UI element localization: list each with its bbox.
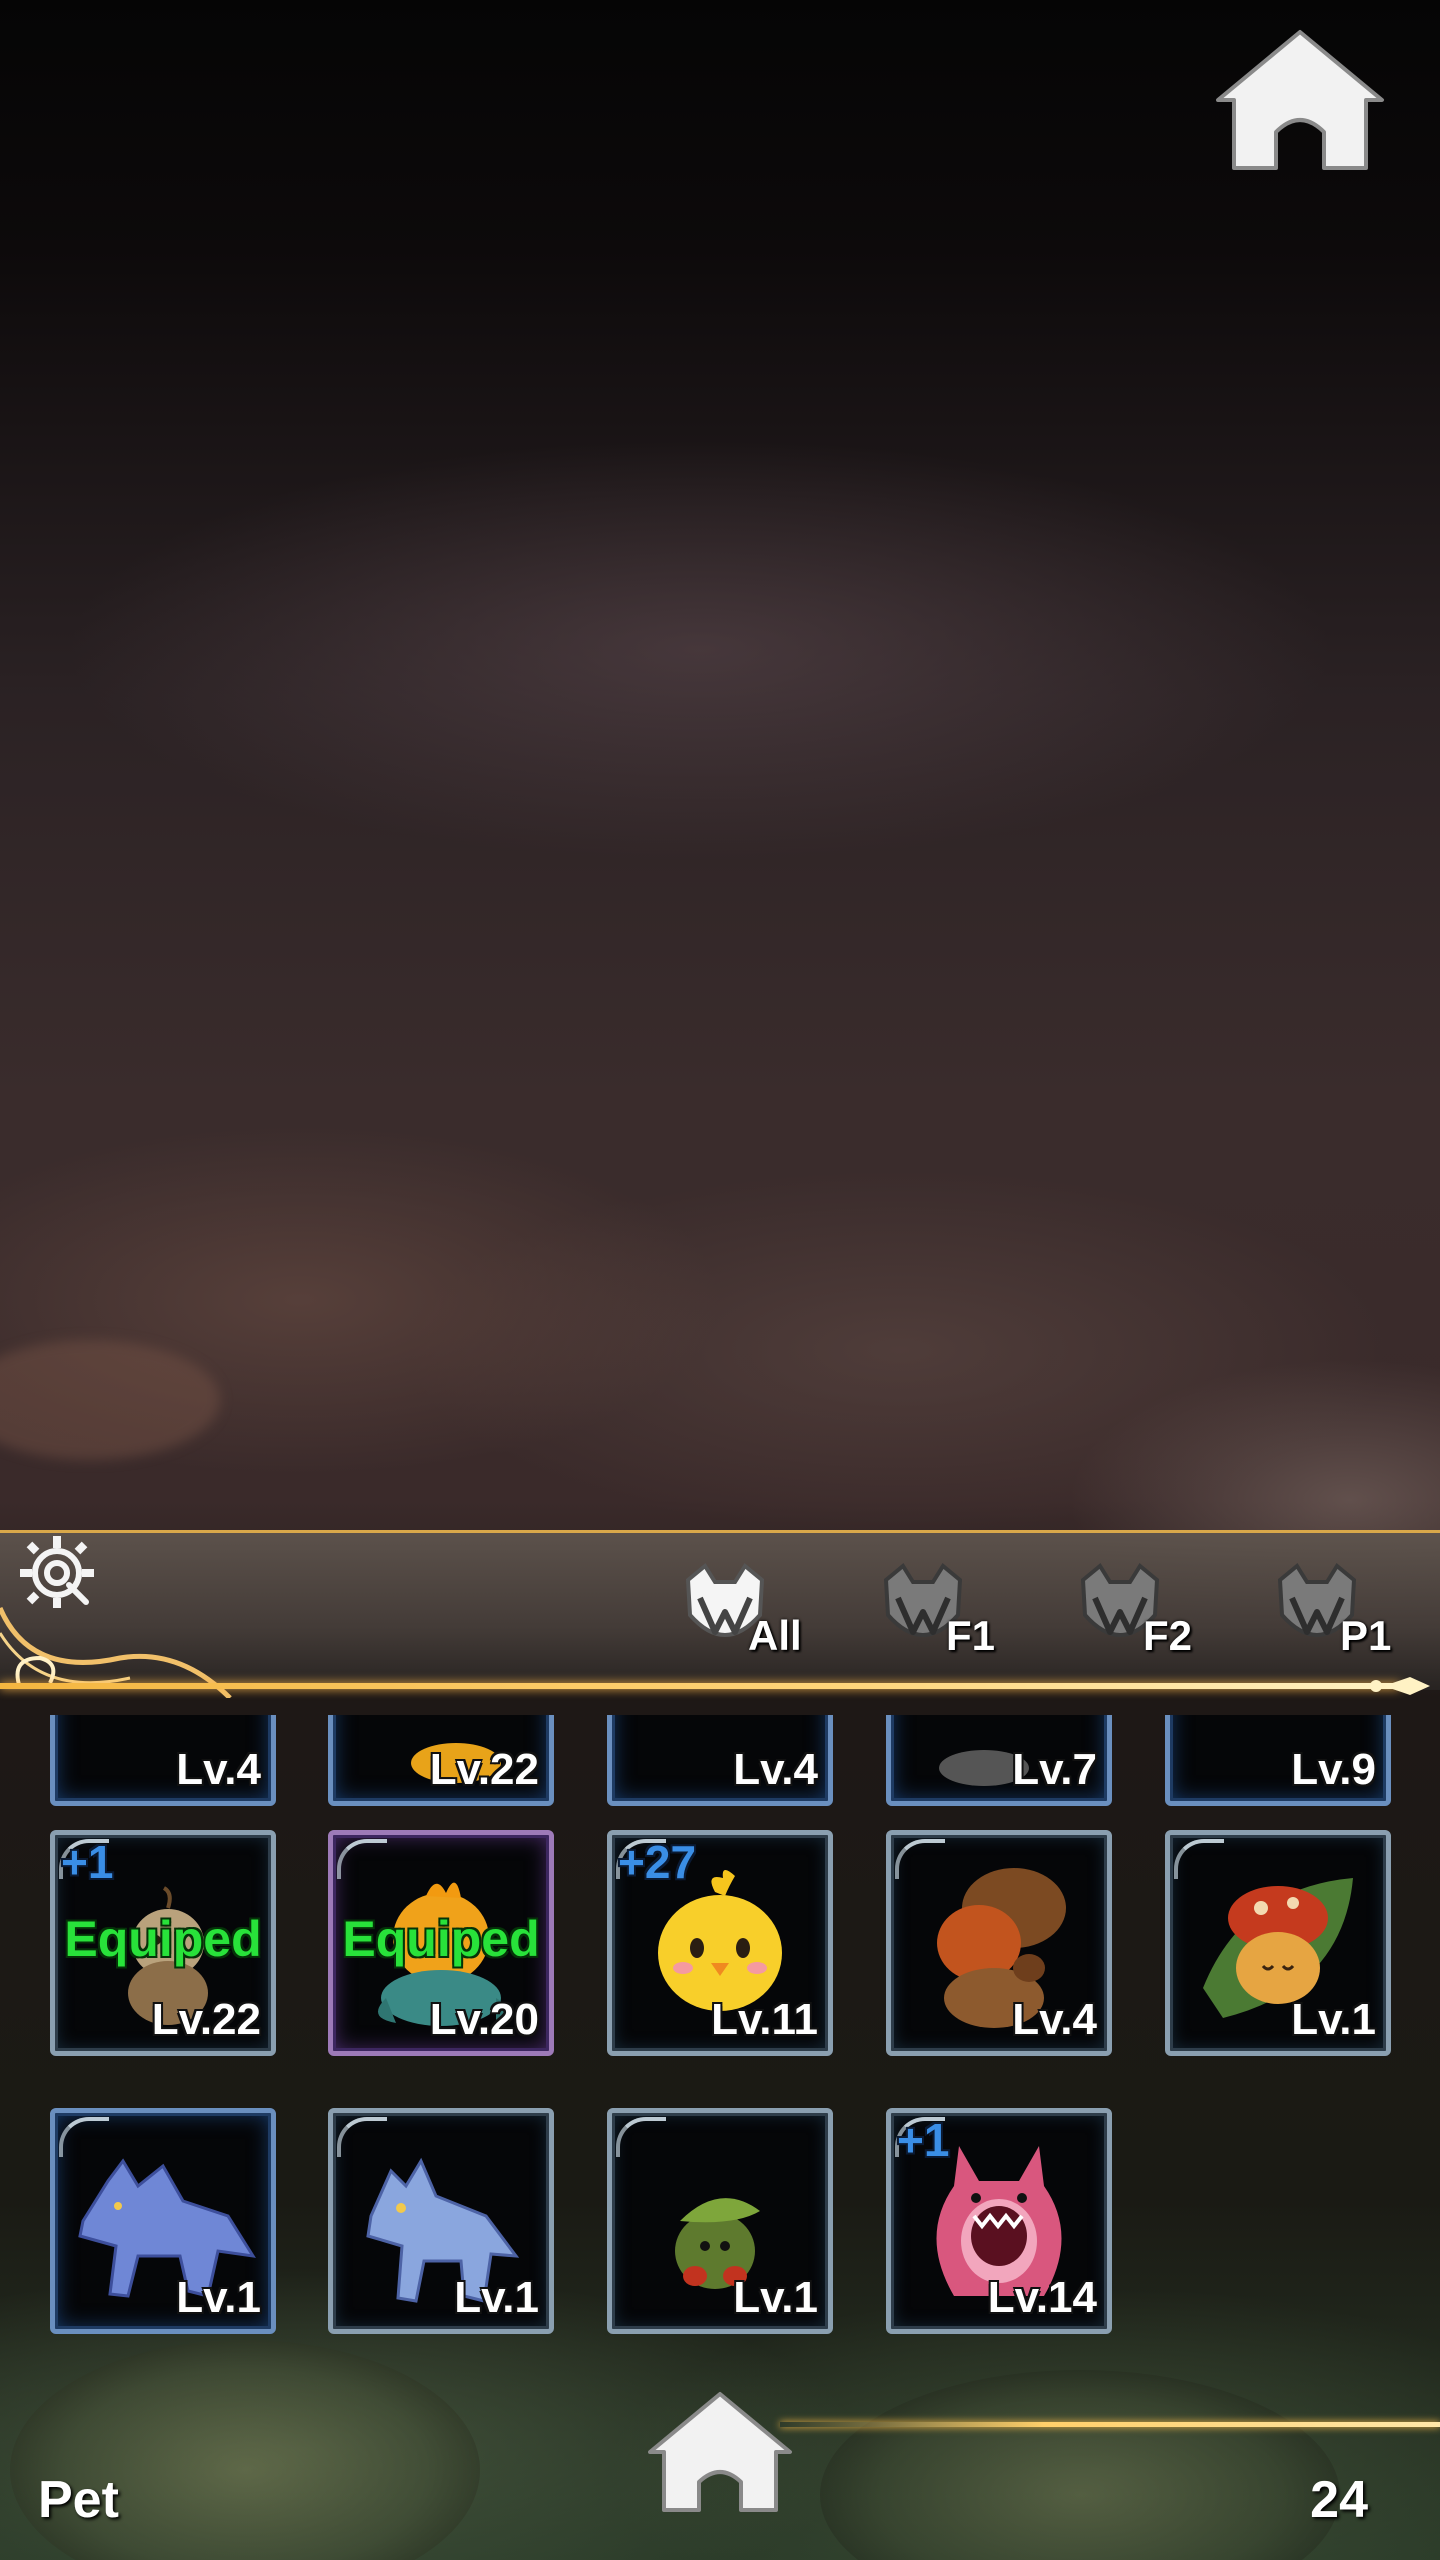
footer-divider <box>780 2422 1440 2427</box>
pet-level: Lv.4 <box>1012 1995 1097 2044</box>
pet-level: Lv.1 <box>733 2273 818 2322</box>
arrow-tip-icon <box>1370 1677 1430 1695</box>
pet-level: Lv.4 <box>176 1745 261 1794</box>
pet-slot[interactable]: Lv.4 <box>50 1715 276 1806</box>
pet-level: Lv.22 <box>151 1995 261 2044</box>
tab-label: F2 <box>1143 1612 1193 1659</box>
pet-level: Lv.11 <box>711 1995 818 2044</box>
tab-p1[interactable]: P1 <box>1272 1560 1412 1670</box>
page-title: Pet <box>38 2471 119 2529</box>
pet-slot[interactable]: +1 Equiped Lv.22 <box>50 1830 276 2056</box>
home-icon[interactable] <box>645 2390 795 2515</box>
pet-slot[interactable]: Lv.1 <box>328 2108 554 2334</box>
tab-label: All <box>748 1612 802 1659</box>
gear-search-icon[interactable] <box>12 1528 102 1618</box>
pet-slot[interactable]: +27 Lv.11 <box>607 1830 833 2056</box>
pet-slot[interactable]: +1 Lv.14 <box>886 2108 1112 2334</box>
tab-f1[interactable]: F1 <box>878 1560 1018 1670</box>
pet-count: 24 <box>1310 2471 1368 2529</box>
home-icon[interactable] <box>1212 28 1388 174</box>
pet-level: Lv.1 <box>176 2273 261 2322</box>
pet-slot[interactable]: Equiped Lv.20 <box>328 1830 554 2056</box>
enhance-level: +1 <box>897 2114 950 2166</box>
enhance-level: +1 <box>61 1836 114 1888</box>
equiped-label: Equiped <box>64 1911 262 1967</box>
pet-slot[interactable]: Lv.1 <box>607 2108 833 2334</box>
pet-level: Lv.1 <box>454 2273 539 2322</box>
pet-level: Lv.1 <box>1291 1995 1376 2044</box>
pet-slot[interactable]: Lv.1 <box>1165 1830 1391 2056</box>
tab-label: F1 <box>946 1612 996 1659</box>
divider-line <box>0 1683 1400 1689</box>
pet-level: Lv.20 <box>429 1995 539 2044</box>
pet-level: Lv.22 <box>429 1745 539 1794</box>
pet-level: Lv.14 <box>987 2273 1097 2322</box>
tab-label: P1 <box>1340 1612 1392 1659</box>
pet-level: Lv.9 <box>1291 1745 1376 1794</box>
pet-level: Lv.7 <box>1012 1745 1097 1794</box>
equiped-label: Equiped <box>342 1911 540 1967</box>
pet-slot[interactable]: Lv.1 <box>50 2108 276 2334</box>
pet-slot[interactable]: Lv.9 <box>1165 1715 1391 1806</box>
tab-f2[interactable]: F2 <box>1075 1560 1215 1670</box>
tab-all[interactable]: All <box>680 1560 820 1670</box>
pet-slot[interactable]: Lv.7 <box>886 1715 1112 1806</box>
pet-slot[interactable]: Lv.4 <box>607 1715 833 1806</box>
pet-slot[interactable]: Lv.22 <box>328 1715 554 1806</box>
pet-grid[interactable]: Lv.4 Lv.22 Lv.4 Lv.7 Lv.9 +1 Equiped Lv.… <box>0 1715 1440 2345</box>
pet-level: Lv.4 <box>733 1745 818 1794</box>
enhance-level: +27 <box>618 1836 697 1888</box>
pet-slot[interactable]: Lv.4 <box>886 1830 1112 2056</box>
